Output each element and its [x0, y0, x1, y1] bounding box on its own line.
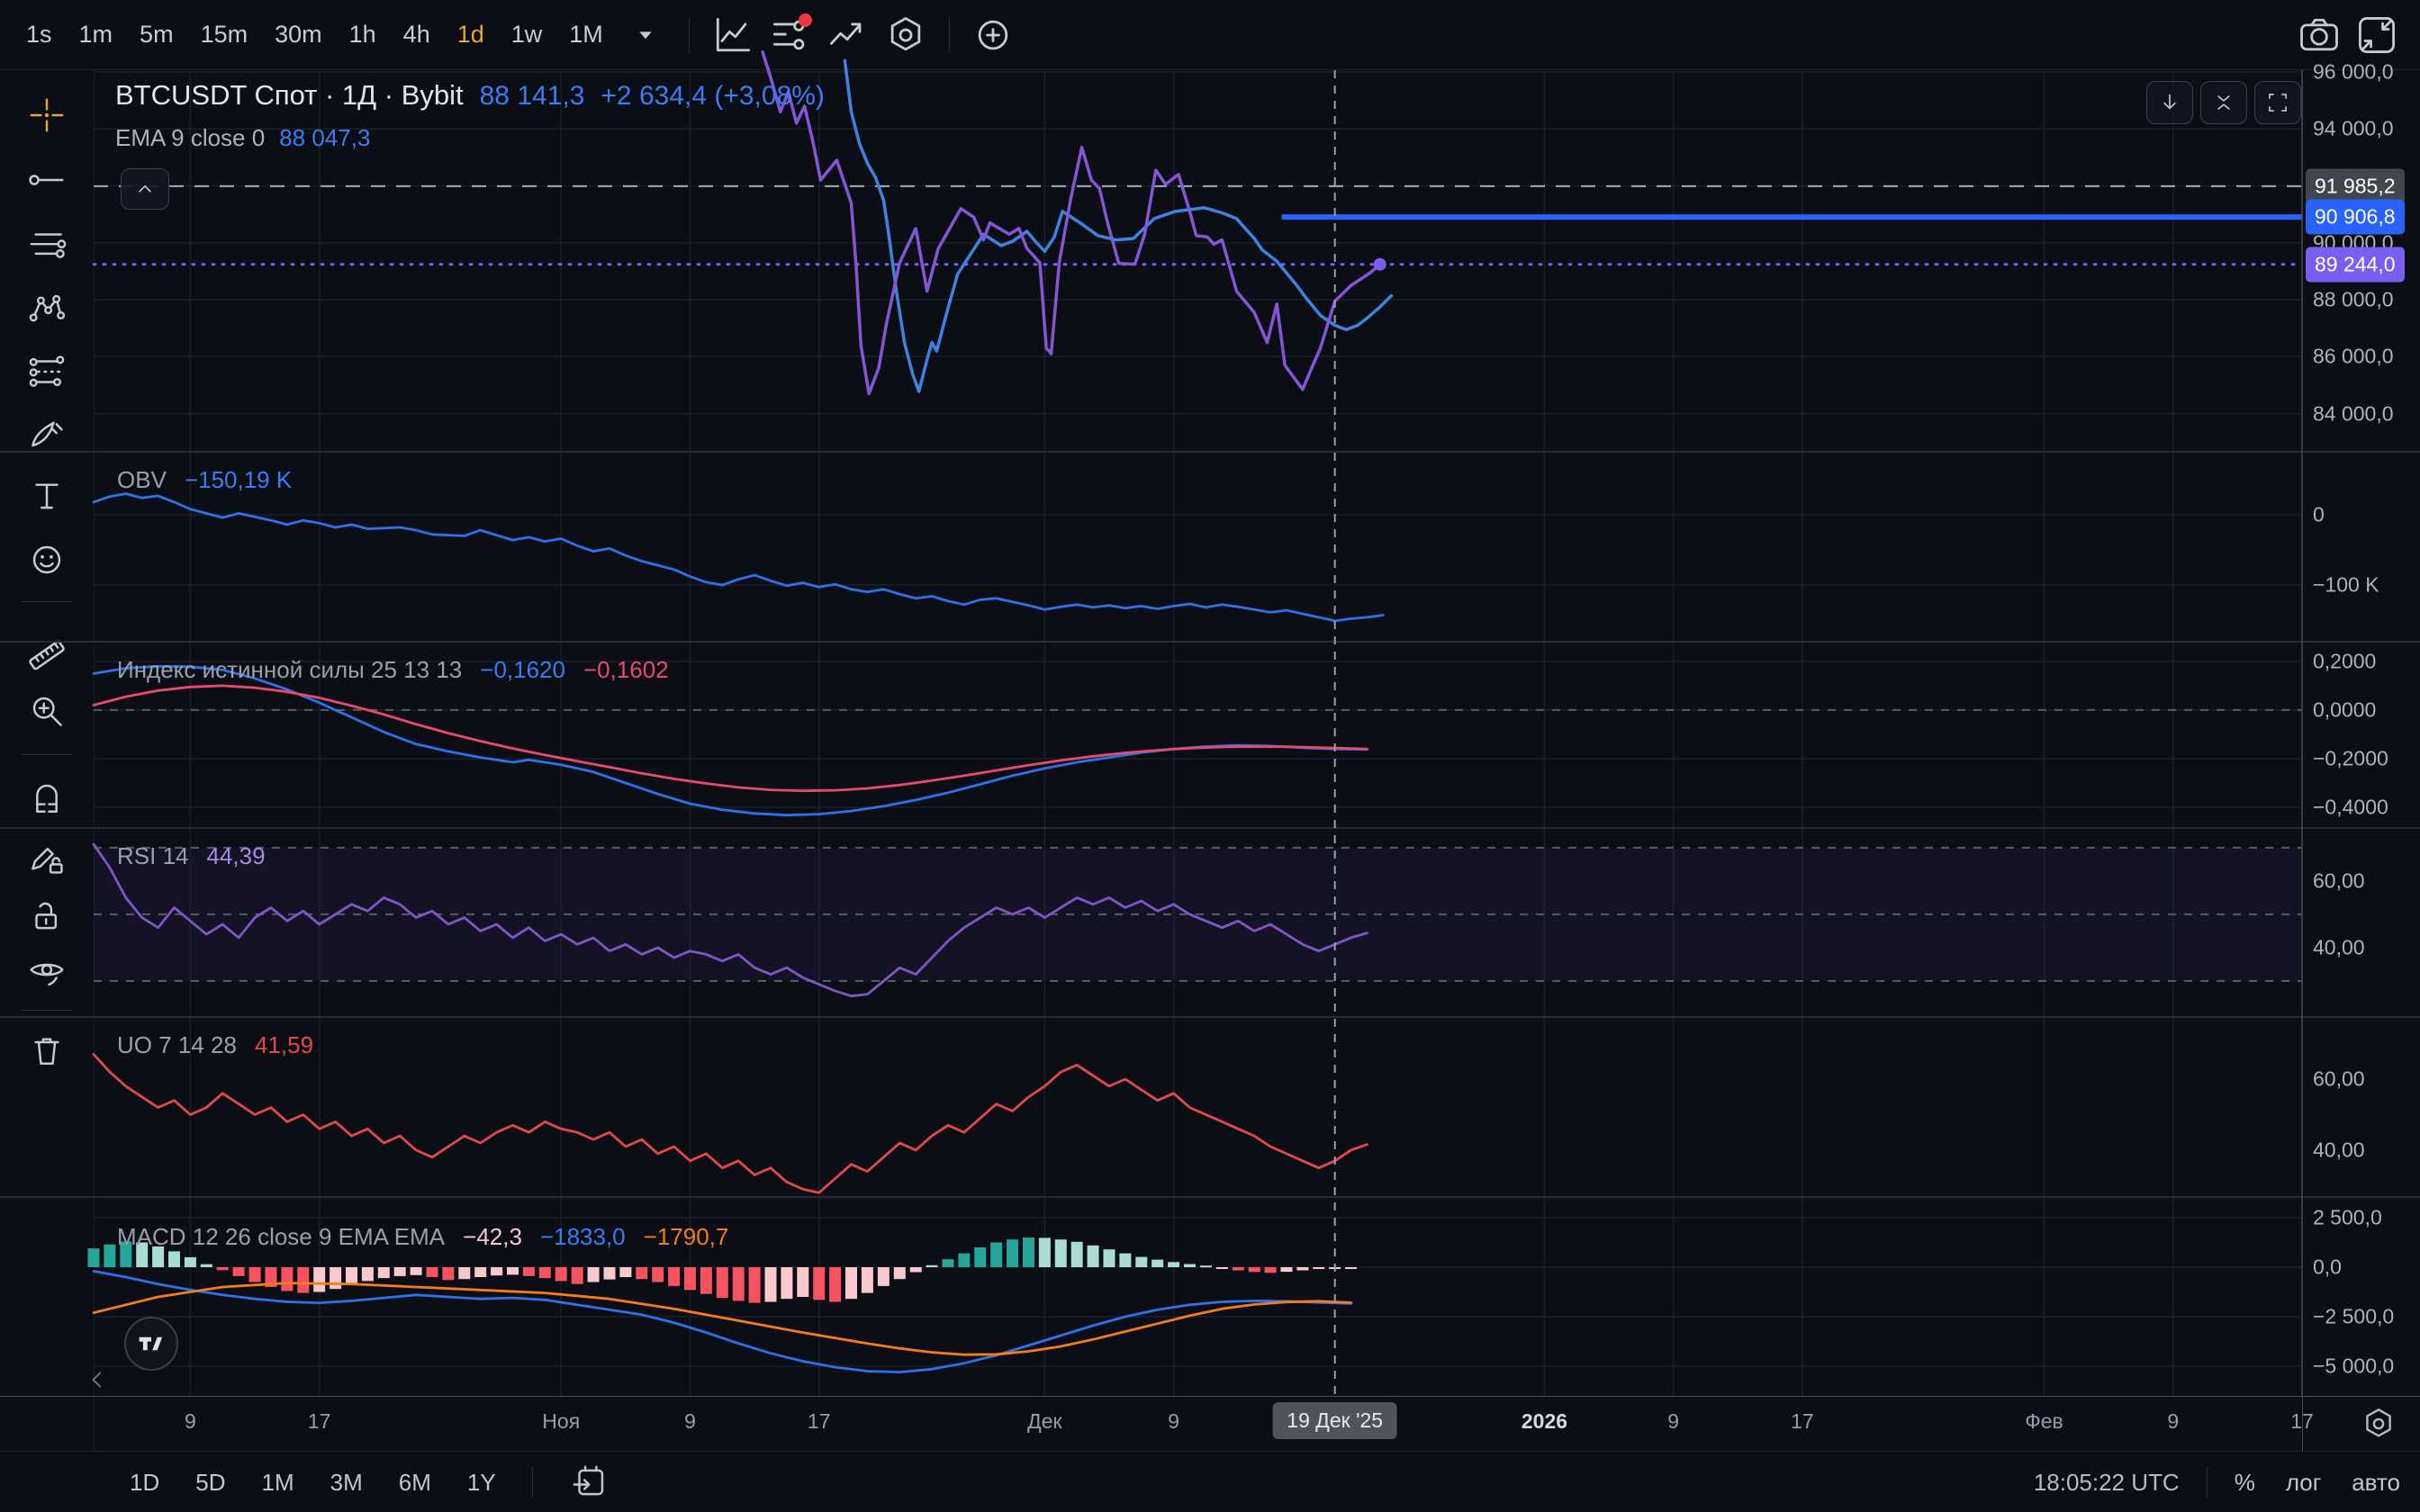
obv-value: −150,19 K — [185, 466, 292, 494]
scale-label: 0,0000 — [2313, 698, 2376, 722]
macd-value: −1790,7 — [644, 1223, 729, 1251]
maximize-button[interactable] — [2254, 81, 2301, 124]
symbol-row[interactable]: BTCUSDT Спот · 1Д · Bybit 88 141,3 +2 63… — [115, 79, 825, 112]
scale-label: 60,00 — [2313, 868, 2365, 893]
range-1D[interactable]: 1D — [130, 1469, 159, 1497]
toggle-авто[interactable]: авто — [2352, 1469, 2400, 1497]
time-tick: 17 — [308, 1409, 331, 1434]
time-tick: 9 — [2167, 1409, 2179, 1434]
last-price: 88 141,3 — [480, 81, 585, 112]
time-tick: Ноя — [542, 1409, 580, 1434]
range-6M[interactable]: 6M — [399, 1469, 431, 1497]
scale-label: 40,00 — [2313, 1138, 2365, 1162]
tsi-indicator-name[interactable]: Индекс истинной силы 25 13 13 — [117, 656, 462, 684]
macd-value: −42,3 — [463, 1223, 522, 1251]
scale-label: 96 000,0 — [2313, 59, 2394, 84]
bottom-divider — [2207, 1467, 2208, 1498]
scale-label: 88 000,0 — [2313, 288, 2394, 312]
scale-label: −100 K — [2313, 572, 2379, 597]
collapse-button[interactable] — [2200, 81, 2247, 124]
gear-icon[interactable] — [2359, 1404, 2398, 1444]
scale-label: 0 — [2313, 502, 2325, 526]
clock[interactable]: 18:05:22 UTC — [2034, 1469, 2180, 1497]
time-tick: 2026 — [1522, 1409, 1567, 1434]
toggle-лог[interactable]: лог — [2286, 1469, 2321, 1497]
time-tick: Дек — [1027, 1409, 1061, 1434]
macd-indicator-name[interactable]: MACD 12 26 close 9 EMA EMA — [117, 1223, 445, 1251]
ema-label[interactable]: EMA 9 close 0 — [115, 124, 265, 152]
chevron-up-icon — [131, 176, 158, 202]
scale-label: 2 500,0 — [2313, 1205, 2382, 1229]
maximize-icon — [2264, 89, 2291, 116]
scale-label: −0,2000 — [2313, 746, 2388, 770]
range-1Y[interactable]: 1Y — [467, 1469, 496, 1497]
time-tick: 9 — [185, 1409, 196, 1434]
go-to-date-icon — [569, 1462, 610, 1503]
move-down-icon — [2156, 89, 2183, 116]
toggle-%[interactable]: % — [2235, 1469, 2255, 1497]
time-tick: 17 — [1791, 1409, 1814, 1434]
crosshair-date-badge: 19 Дек '25 — [1272, 1402, 1397, 1439]
uo-label-row[interactable]: UO 7 14 28 41,59 — [117, 1031, 313, 1059]
time-tick: 17 — [808, 1409, 831, 1434]
collapse-line-button[interactable] — [121, 168, 169, 210]
bottom-divider — [532, 1467, 533, 1498]
chart-header: BTCUSDT Спот · 1Д · Bybit 88 141,3 +2 63… — [115, 79, 825, 152]
bottom-right: 18:05:22 UTC % лог авто — [2034, 1452, 2400, 1512]
tsi-value: −0,1602 — [583, 656, 669, 684]
tradingview-logo[interactable] — [124, 1317, 178, 1371]
ema-value: 88 047,3 — [279, 124, 370, 152]
scale-label: 84 000,0 — [2313, 401, 2394, 426]
chevron-up-icon — [131, 176, 158, 202]
time-tick: 9 — [1168, 1409, 1179, 1434]
tradingview-logo — [136, 1328, 167, 1359]
scale-toggles: % лог авто — [2235, 1469, 2400, 1497]
tsi-label-row[interactable]: Индекс истинной силы 25 13 13 −0,1620 −0,1… — [117, 656, 669, 684]
pane-buttons — [2146, 81, 2301, 124]
chevron-left-icon — [83, 1364, 113, 1395]
rsi-value: 44,39 — [207, 842, 266, 870]
uo-value: 41,59 — [255, 1031, 313, 1059]
scale-label: −0,4000 — [2313, 796, 2388, 820]
tsi-value: −0,1620 — [480, 656, 565, 684]
scale-label: 40,00 — [2313, 935, 2365, 959]
time-axis[interactable]: 917Ноя917Дек92026917Фев917 19 Дек '25 — [0, 1396, 2420, 1452]
go-to-date-icon[interactable] — [569, 1462, 610, 1503]
scale-label: −5 000,0 — [2313, 1354, 2394, 1378]
range-3M[interactable]: 3M — [330, 1469, 363, 1497]
price-change: +2 634,4 (+3,08%) — [600, 81, 825, 112]
macd-value: −1833,0 — [540, 1223, 626, 1251]
scale-label: 0,2000 — [2313, 649, 2376, 673]
scale-label: 0,0 — [2313, 1255, 2342, 1279]
uo-indicator-name[interactable]: UO 7 14 28 — [117, 1031, 237, 1059]
scale-label: 86 000,0 — [2313, 345, 2394, 369]
bottom-bar: 1D 5D 1M 3M 6M 1Y 18:05:22 UTC % лог авто — [0, 1451, 2420, 1512]
obv-label-row[interactable]: OBV −150,19 K — [117, 466, 292, 494]
rsi-label-row[interactable]: RSI 14 44,39 — [117, 842, 266, 870]
scale-label: 60,00 — [2313, 1067, 2365, 1092]
price-badge-violet: 89 244,0 — [2306, 247, 2405, 282]
time-tick: 9 — [684, 1409, 696, 1434]
range-5D[interactable]: 5D — [195, 1469, 225, 1497]
range-1M[interactable]: 1M — [262, 1469, 294, 1497]
time-tick: Фев — [2025, 1409, 2063, 1434]
move-down-button[interactable] — [2146, 81, 2193, 124]
macd-label-row[interactable]: MACD 12 26 close 9 EMA EMA −42,3 −1833,0 −1… — [117, 1223, 728, 1251]
trading-terminal: 1s1m5m15m30m1h4h1d1w1M BTCUSDT Спот · 1Д… — [0, 0, 2420, 1512]
gear-icon — [2359, 1404, 2398, 1444]
chevron-left-icon[interactable] — [83, 1364, 113, 1395]
scale-label: −2 500,0 — [2313, 1304, 2394, 1328]
obv-indicator-name[interactable]: OBV — [117, 466, 167, 494]
axis-separator — [2302, 1397, 2303, 1452]
scale-label: 94 000,0 — [2313, 117, 2394, 141]
time-tick: 9 — [1667, 1409, 1679, 1434]
ema-row[interactable]: EMA 9 close 0 88 047,3 — [115, 124, 825, 152]
rsi-indicator-name[interactable]: RSI 14 — [117, 842, 189, 870]
collapse-icon — [2210, 89, 2237, 116]
range-list: 1D 5D 1M 3M 6M 1Y — [130, 1452, 610, 1512]
price-scale[interactable]: 96 000,094 000,090 000,088 000,086 000,0… — [2302, 70, 2420, 1396]
chart-canvas[interactable] — [0, 0, 2420, 1512]
symbol-title[interactable]: BTCUSDT Спот · 1Д · Bybit — [115, 79, 464, 112]
price-badge-blue: 90 906,8 — [2306, 200, 2405, 235]
